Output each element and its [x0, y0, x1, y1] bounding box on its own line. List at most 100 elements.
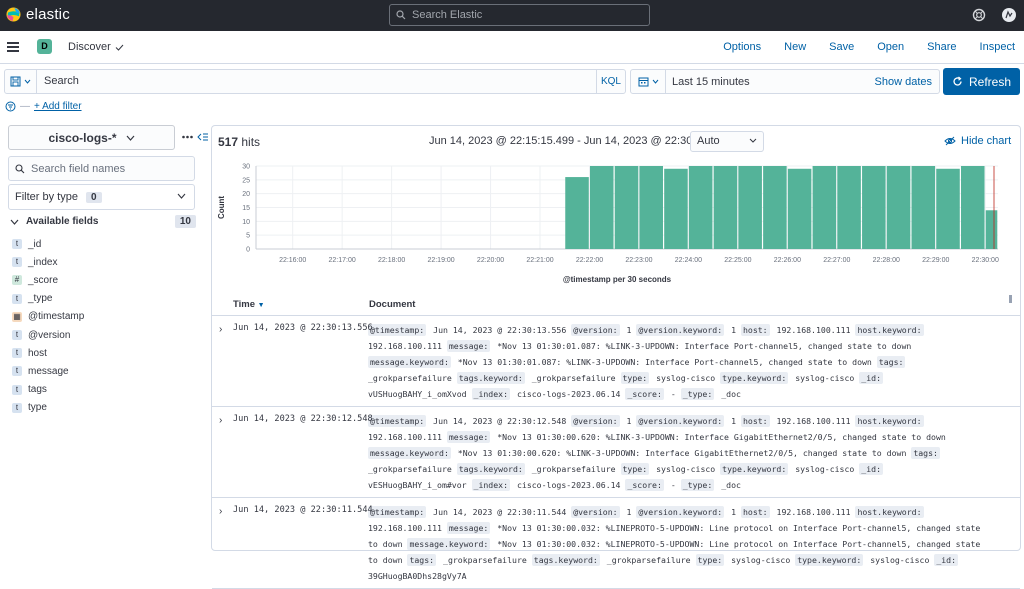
field-item[interactable]: t @version — [12, 326, 197, 344]
options-link[interactable]: Options — [723, 41, 761, 53]
index-pattern-select[interactable]: cisco-logs-* — [8, 125, 175, 150]
field-name: _score — [28, 274, 59, 286]
doc-field-value: _doc — [716, 480, 741, 490]
inspect-link[interactable]: Inspect — [980, 41, 1015, 53]
document-table: › Jun 14, 2023 @ 22:30:13.556 @timestamp: … — [212, 316, 1020, 589]
histogram-bar — [763, 166, 787, 249]
doc-field-key: _id: — [859, 372, 883, 384]
query-search-input[interactable] — [44, 75, 444, 87]
hide-chart-button[interactable]: Hide chart — [944, 135, 1011, 147]
filter-row: — + Add filter — [5, 101, 82, 112]
histogram-chart[interactable]: 22:16:00 22:17:00 22:18:00 22:19:00 22:20:00… — [212, 156, 1020, 291]
field-item[interactable]: t _type — [12, 290, 197, 308]
menu-toggle-icon[interactable] — [7, 42, 19, 52]
doc-field-value: _grokparsefailure — [368, 464, 457, 474]
share-link[interactable]: Share — [927, 41, 956, 53]
elastic-logo[interactable]: elastic — [6, 6, 70, 23]
expand-row-icon[interactable]: › — [219, 415, 222, 426]
field-search-input[interactable] — [31, 162, 181, 175]
row-timestamp: Jun 14, 2023 @ 22:30:13.556 — [233, 323, 373, 333]
available-fields-toggle[interactable]: Available fields 10 — [10, 215, 196, 228]
field-item[interactable]: # _score — [12, 271, 197, 289]
doc-field-value: syslog-cisco — [865, 555, 935, 565]
string-type-icon: t — [12, 402, 22, 413]
new-link[interactable]: New — [784, 41, 806, 53]
doc-field-value: *Nov 13 01:30:01.087: %LINK-3-UPDOWN: In… — [452, 357, 877, 367]
field-item[interactable]: t type — [12, 399, 197, 417]
query-input-box: KQL — [4, 69, 626, 94]
doc-field-key: type.keyword: — [720, 372, 789, 384]
x-tick-label: 22:30:00 — [972, 257, 999, 264]
field-name: @timestamp — [28, 311, 85, 323]
saved-query-button[interactable] — [5, 70, 37, 93]
breadcrumb[interactable]: Discover — [68, 41, 124, 53]
filter-options-icon[interactable] — [5, 101, 16, 112]
field-item[interactable]: t _id — [12, 235, 197, 253]
field-item[interactable]: t _index — [12, 253, 197, 271]
doc-field-value: cisco-logs-2023.06.14 — [512, 480, 626, 490]
filter-by-type[interactable]: Filter by type 0 — [8, 184, 195, 210]
y-tick-label: 0 — [246, 247, 250, 254]
time-column-header[interactable]: Time ▼ — [233, 299, 265, 310]
date-type-icon: ▦ — [12, 311, 22, 322]
global-search[interactable] — [389, 4, 650, 26]
field-item[interactable]: ▦ @timestamp — [12, 308, 197, 326]
interval-select[interactable]: Auto — [690, 131, 764, 152]
top-header: elastic — [0, 0, 1024, 31]
time-range-label[interactable]: Last 15 minutes — [672, 76, 750, 88]
doc-field-value: *Nov 13 01:30:00.620: %LINK-3-UPDOWN: In… — [452, 448, 912, 458]
sidebar-actions — [182, 132, 208, 142]
expand-row-icon[interactable]: › — [219, 506, 222, 517]
breadcrumb-discover[interactable]: Discover — [68, 41, 111, 53]
doc-field-key: message.keyword: — [368, 447, 451, 459]
x-tick-label: 22:25:00 — [724, 257, 751, 264]
table-row[interactable]: › Jun 14, 2023 @ 22:30:12.548 @timestamp: … — [212, 407, 1020, 498]
save-link[interactable]: Save — [829, 41, 854, 53]
more-options-icon[interactable] — [182, 135, 193, 139]
scrollbar-thumb[interactable] — [1009, 295, 1012, 303]
open-link[interactable]: Open — [877, 41, 904, 53]
doc-field-value: Jun 14, 2023 @ 22:30:13.556 — [428, 325, 572, 335]
histogram-bar — [565, 177, 589, 249]
expand-row-icon[interactable]: › — [219, 324, 222, 335]
histogram-bar — [614, 166, 639, 249]
field-search[interactable] — [8, 156, 195, 181]
show-dates-link[interactable]: Show dates — [875, 76, 932, 88]
interval-value: Auto — [697, 135, 720, 147]
histogram-bar — [960, 166, 985, 249]
doc-field-value: 1 — [726, 507, 741, 517]
quick-menu-button[interactable] — [631, 70, 666, 93]
table-row[interactable]: › Jun 14, 2023 @ 22:30:13.556 @timestamp: … — [212, 316, 1020, 407]
collapse-sidebar-icon[interactable] — [197, 132, 208, 142]
field-item[interactable]: t message — [12, 362, 197, 380]
refresh-button[interactable]: Refresh — [943, 68, 1020, 95]
string-type-icon: t — [12, 348, 22, 359]
doc-field-key: _score: — [625, 388, 664, 400]
x-tick-label: 22:18:00 — [378, 257, 405, 264]
filter-divider: — — [20, 101, 30, 112]
space-badge[interactable]: D — [37, 39, 52, 54]
doc-field-key: tags: — [876, 356, 906, 368]
row-timestamp: Jun 14, 2023 @ 22:30:11.544 — [233, 505, 373, 515]
user-avatar[interactable] — [1002, 8, 1016, 22]
doc-field-key: type: — [620, 463, 650, 475]
add-filter-link[interactable]: + Add filter — [34, 101, 82, 112]
x-tick-label: 22:24:00 — [675, 257, 702, 264]
doc-field-key: message: — [446, 522, 491, 534]
doc-field-key: message: — [446, 431, 491, 443]
chevron-down-icon — [177, 193, 186, 199]
index-pattern-label: cisco-logs-* — [48, 130, 117, 145]
field-item[interactable]: t host — [12, 344, 197, 362]
doc-field-value: 39GHuogBA0Dhs28gVy7A — [368, 571, 467, 581]
table-row[interactable]: › Jun 14, 2023 @ 22:30:11.544 @timestamp: … — [212, 498, 1020, 589]
search-icon — [396, 10, 406, 20]
query-bar: KQL Last 15 minutes Show dates Refresh — [0, 64, 1024, 100]
kql-toggle[interactable]: KQL — [596, 70, 625, 93]
help-icon[interactable] — [972, 8, 986, 22]
doc-field-value: _grokparsefailure — [438, 555, 532, 565]
global-search-input[interactable] — [412, 9, 632, 21]
results-panel: 517 hits Jun 14, 2023 @ 22:15:15.499 - J… — [211, 125, 1021, 589]
doc-field-value: 1 — [621, 325, 637, 335]
field-item[interactable]: t tags — [12, 381, 197, 399]
hits-label: hits — [241, 135, 261, 149]
